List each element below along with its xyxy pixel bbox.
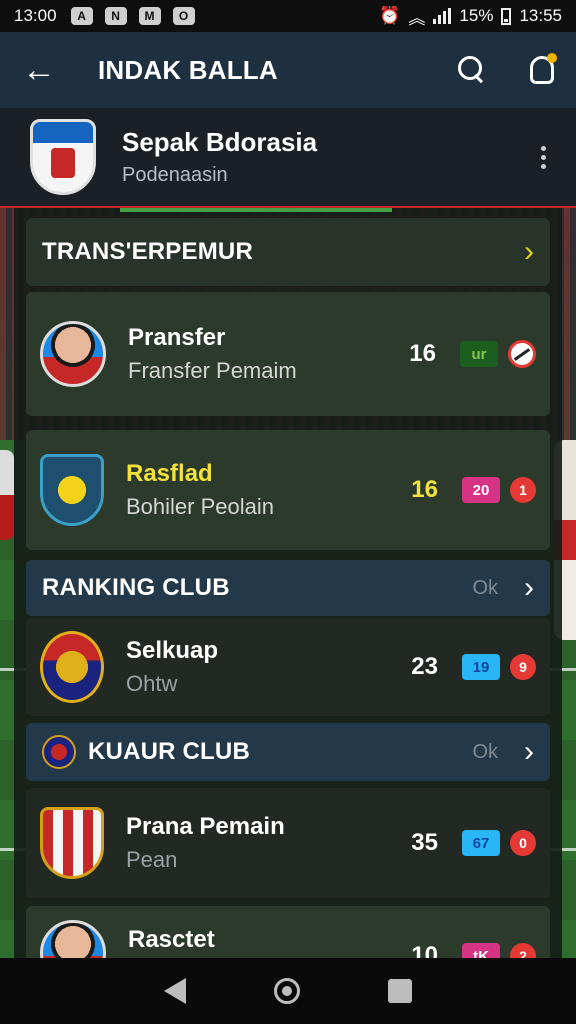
wifi-icon: ︽ (408, 8, 426, 28)
m-icon: M (138, 7, 161, 25)
club-crest-icon (42, 735, 76, 769)
back-icon[interactable] (164, 978, 186, 1004)
notification-dot (547, 53, 557, 63)
search-icon[interactable] (458, 56, 486, 84)
item-badge: 67 (462, 830, 500, 856)
chevron-right-icon[interactable]: › (524, 235, 534, 269)
list-item[interactable]: Rasflad Bohiler Peolain 16 20 1 (26, 430, 550, 550)
profile-subtitle: Podenaasin (122, 164, 228, 186)
content-panel: TRANS'ERPEMUR › Pransfer Fransfer Pemaim… (14, 208, 562, 986)
ok-label[interactable]: Ok (472, 741, 498, 764)
item-subtitle: Fransfer Pemaim (128, 358, 297, 383)
player-avatar (40, 321, 106, 387)
battery-percent: 15% (459, 6, 494, 25)
item-badge: 19 (462, 654, 500, 680)
list-item[interactable]: Prana Pemain Pean 35 67 0 (26, 788, 550, 898)
battery-icon (501, 7, 512, 25)
club-crest-icon (30, 119, 96, 195)
item-subtitle: Bohiler Peolain (126, 494, 274, 519)
status-bar: 13:00 A N M O ⏰ ︽ 15% 13:55 (0, 0, 576, 32)
system-nav-bar (0, 958, 576, 1024)
status-time: 13:00 (14, 6, 57, 25)
item-number: 23 (411, 653, 438, 680)
bell-icon[interactable] (530, 53, 557, 84)
item-title: Prana Pemain (126, 813, 285, 840)
item-title: Selkuap (126, 637, 219, 664)
no-entry-icon[interactable] (508, 340, 536, 368)
item-badge: 20 (462, 477, 500, 503)
item-badge: ur (460, 341, 498, 367)
section-label: TRANS'ERPEMUR (42, 238, 253, 265)
chevron-right-icon[interactable]: › (524, 571, 534, 605)
arrow-left-icon[interactable]: ← (22, 51, 62, 90)
app-bar: ← INDAK BALLA (0, 32, 576, 108)
profile-header[interactable]: Sepak Bdorasia Podenaasin (0, 108, 576, 208)
item-number: 16 (411, 476, 438, 503)
chevron-right-icon[interactable]: › (524, 735, 534, 769)
page-title: INDAK BALLA (98, 54, 278, 85)
count-badge: 9 (510, 654, 536, 680)
a-icon: A (70, 7, 93, 25)
item-subtitle: Pean (126, 847, 178, 872)
item-title: Rasflad (126, 460, 213, 487)
section-kuaur-club[interactable]: KUAUR CLUB Ok › (26, 723, 550, 781)
section-ranking-club[interactable]: RANKING CLUB Ok › (26, 560, 550, 616)
section-transfer[interactable]: TRANS'ERPEMUR › (26, 218, 550, 286)
item-number: 16 (409, 340, 436, 367)
alarm-icon: ⏰ (379, 6, 401, 25)
ok-label[interactable]: Ok (472, 577, 498, 600)
home-icon[interactable] (274, 978, 300, 1004)
section-label: KUAUR CLUB (88, 738, 250, 765)
item-title: Rasctet (128, 926, 215, 953)
recent-apps-icon[interactable] (388, 979, 412, 1003)
count-badge: 0 (510, 830, 536, 856)
list-item[interactable]: Selkuap Ohtw 23 19 9 (26, 618, 550, 716)
more-options-icon[interactable] (541, 145, 546, 169)
profile-name: Sepak Bdorasia (122, 127, 318, 157)
section-label: RANKING CLUB (42, 574, 230, 601)
count-badge: 1 (510, 477, 536, 503)
o-icon: O (172, 7, 195, 25)
club-crest-icon (40, 631, 104, 703)
n-icon: N (104, 7, 127, 25)
signal-icon (433, 8, 452, 24)
club-crest-icon (40, 454, 104, 526)
club-crest-icon (40, 807, 104, 879)
player-figure (0, 450, 14, 540)
item-title: Pransfer (128, 324, 226, 351)
status-time-right: 13:55 (519, 6, 562, 25)
list-item[interactable]: Pransfer Fransfer Pemaim 16 ur (26, 292, 550, 416)
item-number: 35 (411, 829, 438, 856)
progress-accent (120, 208, 392, 212)
item-subtitle: Ohtw (126, 671, 178, 696)
